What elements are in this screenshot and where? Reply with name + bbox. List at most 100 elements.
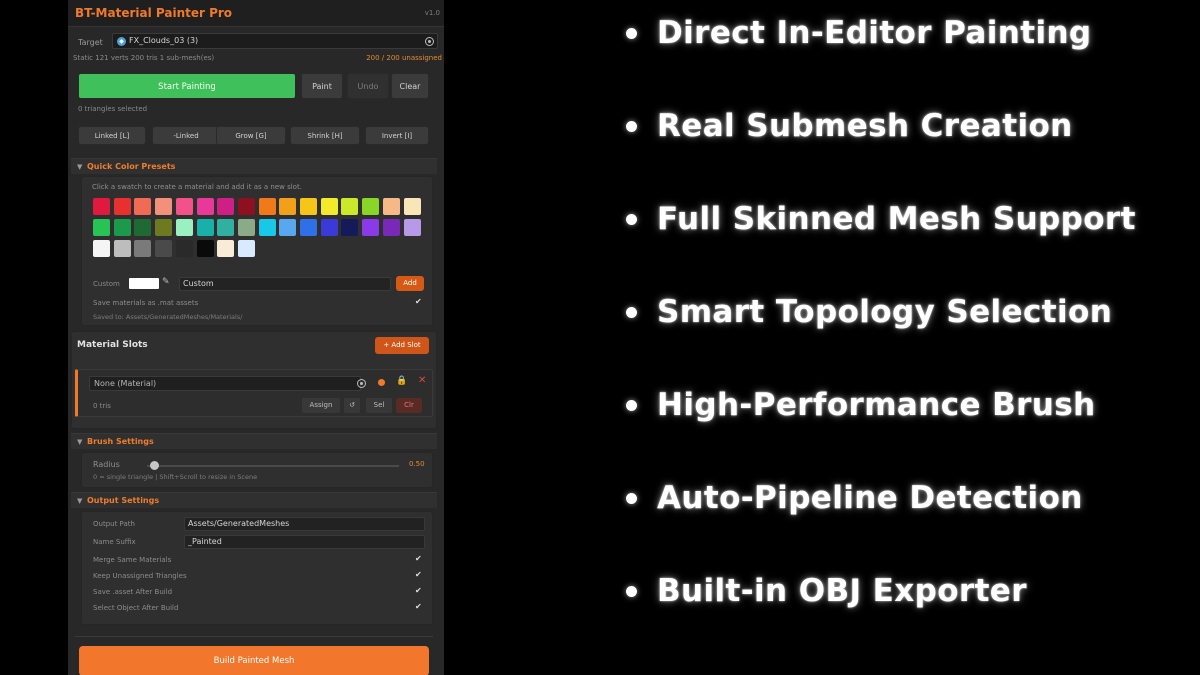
saved-to-path: Saved to: Assets/GeneratedMeshes/Materia… (93, 313, 243, 321)
color-swatch[interactable] (93, 198, 110, 215)
shrink-button[interactable]: Shrink [H] (290, 126, 360, 145)
name-suffix-input[interactable]: _Painted (184, 535, 425, 549)
assign-button[interactable]: Assign (302, 398, 340, 413)
keep-unassigned-checkbox[interactable]: ✔ (415, 570, 422, 579)
color-swatch[interactable] (93, 219, 110, 236)
merge-same-materials-checkbox[interactable]: ✔ (415, 554, 422, 563)
custom-color-label: Custom (93, 280, 120, 288)
color-swatch[interactable] (279, 198, 297, 215)
eyedropper-icon[interactable]: ✎ (162, 277, 170, 287)
custom-material-name-input[interactable]: Custom (179, 277, 391, 291)
output-path-input[interactable]: Assets/GeneratedMeshes (184, 517, 425, 531)
bullet-icon (626, 586, 637, 597)
target-object-field[interactable]: ◆ FX_Clouds_03 (3) (112, 33, 438, 49)
color-swatch[interactable] (196, 198, 214, 215)
custom-color-field[interactable] (129, 278, 159, 289)
color-swatch[interactable] (403, 219, 421, 236)
radius-slider-track[interactable] (147, 465, 399, 467)
color-swatch[interactable] (403, 198, 421, 215)
material-picker-icon[interactable] (357, 379, 366, 388)
merge-same-materials-label: Merge Same Materials (93, 556, 172, 564)
color-swatch[interactable] (258, 198, 276, 215)
color-swatch[interactable] (258, 219, 276, 236)
save-materials-checkbox[interactable]: ✔ (415, 297, 422, 306)
linked-button[interactable]: Linked [L] (78, 126, 146, 145)
color-swatch[interactable] (113, 240, 131, 257)
color-swatch[interactable] (362, 219, 380, 236)
color-swatch[interactable] (341, 198, 359, 215)
color-swatch[interactable] (196, 240, 214, 257)
deselect-linked-button[interactable]: -Linked (152, 126, 220, 145)
color-swatch[interactable] (155, 198, 173, 215)
select-slot-button[interactable]: Sel (366, 398, 392, 413)
color-swatch[interactable] (300, 198, 317, 215)
divider (75, 636, 433, 637)
color-swatch[interactable] (237, 219, 255, 236)
bullet-icon (626, 493, 637, 504)
clear-slot-button[interactable]: Clr (396, 398, 422, 413)
object-picker-icon[interactable] (425, 37, 434, 46)
save-asset-checkbox[interactable]: ✔ (415, 586, 422, 595)
color-swatch[interactable] (382, 198, 400, 215)
color-swatch[interactable] (217, 198, 235, 215)
color-swatch[interactable] (155, 219, 173, 236)
select-object-checkbox[interactable]: ✔ (415, 602, 422, 611)
radius-label: Radius (93, 460, 120, 469)
remove-slot-icon[interactable]: ✕ (418, 375, 426, 386)
color-swatch[interactable] (113, 219, 131, 236)
output-path-label: Output Path (93, 520, 135, 528)
color-swatch[interactable] (237, 198, 255, 215)
panel-title: BT-Material Painter Pro (75, 6, 233, 20)
grow-button[interactable]: Grow [G] (216, 126, 286, 145)
color-swatch[interactable] (320, 219, 338, 236)
color-swatch[interactable] (175, 198, 193, 215)
invert-button[interactable]: Invert [I] (365, 126, 429, 145)
color-swatch[interactable] (93, 240, 110, 257)
build-painted-mesh-button[interactable]: Build Painted Mesh (79, 646, 429, 675)
feature-text: Real Submesh Creation (657, 108, 1073, 144)
color-swatch[interactable] (155, 240, 173, 257)
color-swatch[interactable] (113, 198, 131, 215)
color-swatch[interactable] (175, 219, 193, 236)
mesh-info: Static 121 verts 200 tris 1 sub-mesh(es) (73, 54, 215, 62)
undo-button[interactable]: Undo (347, 73, 389, 99)
keep-unassigned-label: Keep Unassigned Triangles (93, 572, 187, 580)
paint-button[interactable]: Paint (301, 73, 343, 99)
color-swatch[interactable] (175, 240, 193, 257)
material-slot-row[interactable]: None (Material) 🔒 ✕ 0 tris Assign ↺ Sel … (75, 369, 433, 417)
lock-icon[interactable]: 🔒 (396, 376, 407, 386)
quick-color-presets-header[interactable]: ▼ Quick Color Presets (71, 158, 437, 174)
select-object-label: Select Object After Build (93, 604, 179, 612)
radius-slider-handle[interactable] (150, 461, 160, 470)
color-swatch[interactable] (217, 219, 235, 236)
color-swatch[interactable] (134, 198, 152, 215)
color-swatch[interactable] (134, 240, 152, 257)
collapse-arrow-icon: ▼ (77, 163, 83, 171)
material-painter-panel: BT-Material Painter Pro v1.0 Target ◆ FX… (68, 0, 444, 675)
radius-value[interactable]: 0.50 (409, 460, 425, 468)
output-settings-header[interactable]: ▼ Output Settings (71, 492, 437, 508)
color-swatch[interactable] (300, 219, 317, 236)
color-swatch[interactable] (196, 219, 214, 236)
brush-settings-header[interactable]: ▼ Brush Settings (71, 433, 437, 449)
add-slot-button[interactable]: + Add Slot (375, 337, 429, 354)
add-custom-color-button[interactable]: Add (396, 276, 424, 291)
target-label: Target (78, 38, 103, 47)
color-swatch[interactable] (217, 240, 235, 257)
color-swatch[interactable] (134, 219, 152, 236)
color-swatch[interactable] (320, 198, 338, 215)
target-object-value: FX_Clouds_03 (3) (129, 36, 199, 45)
slot-material-field[interactable]: None (Material) (89, 376, 361, 391)
color-swatch[interactable] (382, 219, 400, 236)
reset-slot-button[interactable]: ↺ (344, 398, 360, 413)
start-painting-button[interactable]: Start Painting (78, 73, 296, 99)
clear-button[interactable]: Clear (391, 73, 429, 99)
slot-color-indicator-icon[interactable] (378, 379, 385, 386)
color-swatch[interactable] (341, 219, 359, 236)
color-swatch[interactable] (362, 198, 380, 215)
section-title: Quick Color Presets (87, 162, 176, 171)
section-title: Brush Settings (87, 437, 154, 446)
presets-hint: Click a swatch to create a material and … (92, 183, 302, 191)
color-swatch[interactable] (279, 219, 297, 236)
color-swatch[interactable] (237, 240, 255, 257)
